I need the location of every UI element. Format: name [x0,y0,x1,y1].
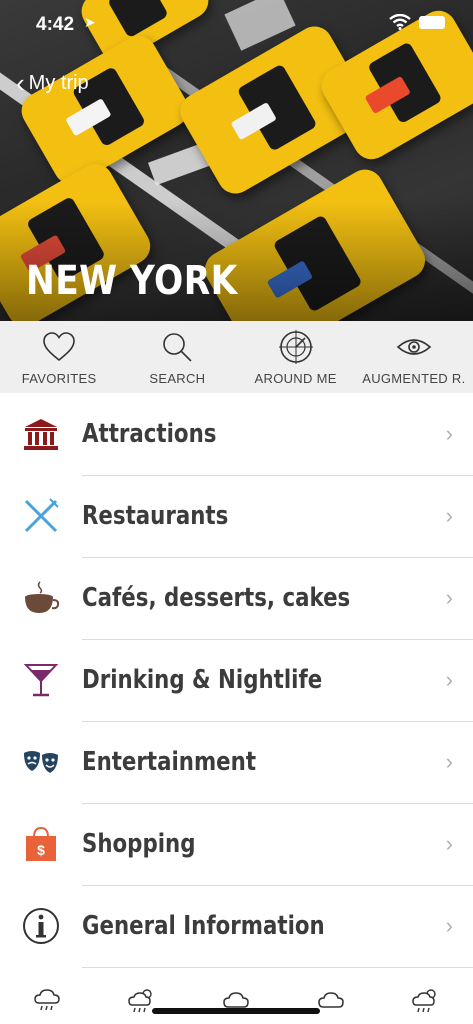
chevron-right-icon: › [445,421,453,446]
city-title: NEW YORK [26,258,238,304]
cocktail-icon [20,659,62,701]
wifi-icon [389,14,411,30]
home-indicator[interactable] [152,1008,320,1014]
category-attractions[interactable]: Attractions › [0,393,473,476]
svg-text:$: $ [37,842,45,858]
favorites-button[interactable]: FAVORITES [0,321,118,393]
category-label: General Information [82,911,325,941]
search-label: SEARCH [149,371,206,386]
category-label: Shopping [82,829,196,859]
info-icon [20,905,62,947]
category-shopping[interactable]: $ Shopping › [0,803,473,886]
augmented-reality-button[interactable]: AUGMENTED R. [355,321,473,393]
chevron-right-icon: › [445,913,453,938]
category-entertainment[interactable]: Entertainment › [0,721,473,804]
category-label: Restaurants [82,501,229,531]
category-restaurants[interactable]: Restaurants › [0,475,473,558]
location-arrow-icon: ➤ [84,14,96,30]
augmented-reality-label: AUGMENTED R. [362,371,466,386]
weather-strip [0,976,473,1024]
search-button[interactable]: SEARCH [118,321,236,393]
back-button[interactable]: ‹ My trip [16,70,89,96]
category-label: Entertainment [82,747,257,777]
category-drinking-nightlife[interactable]: Drinking & Nightlife › [0,639,473,722]
favorites-label: FAVORITES [21,371,97,386]
chevron-left-icon: ‹ [16,68,25,98]
around-me-button[interactable]: AROUND ME [237,321,355,393]
cloud-icon [318,992,344,1008]
chevron-right-icon: › [445,503,453,528]
chevron-right-icon: › [445,667,453,692]
coffee-cup-icon [20,577,62,619]
fork-knife-icon [20,495,62,537]
category-label: Attractions [82,419,217,449]
quick-toolbar: FAVORITES SEARCH AROUND ME AUGMENTED R. [0,321,473,393]
shopping-bag-icon: $ [20,823,62,865]
radar-icon [278,330,313,364]
category-cafes[interactable]: Cafés, desserts, cakes › [0,557,473,640]
heart-icon [43,332,75,362]
category-label: Drinking & Nightlife [82,665,323,695]
category-list: Attractions › Restaurants › Cafés, desse… [0,393,473,968]
search-icon [163,333,192,362]
rain-cloud-icon [34,989,61,1011]
back-label: My trip [28,71,89,94]
category-label: Cafés, desserts, cakes [82,583,351,613]
eye-icon [396,339,432,355]
museum-icon [20,413,62,455]
category-general-information[interactable]: General Information › [0,885,473,968]
chevron-right-icon: › [445,749,453,774]
around-me-label: AROUND ME [254,371,337,386]
chevron-right-icon: › [445,831,453,856]
battery-icon [419,15,445,29]
theater-masks-icon [20,741,62,783]
chevron-right-icon: › [445,585,453,610]
status-icons [389,14,445,30]
sun-rain-icon [411,989,436,1013]
status-time: 4:42 [36,14,75,35]
